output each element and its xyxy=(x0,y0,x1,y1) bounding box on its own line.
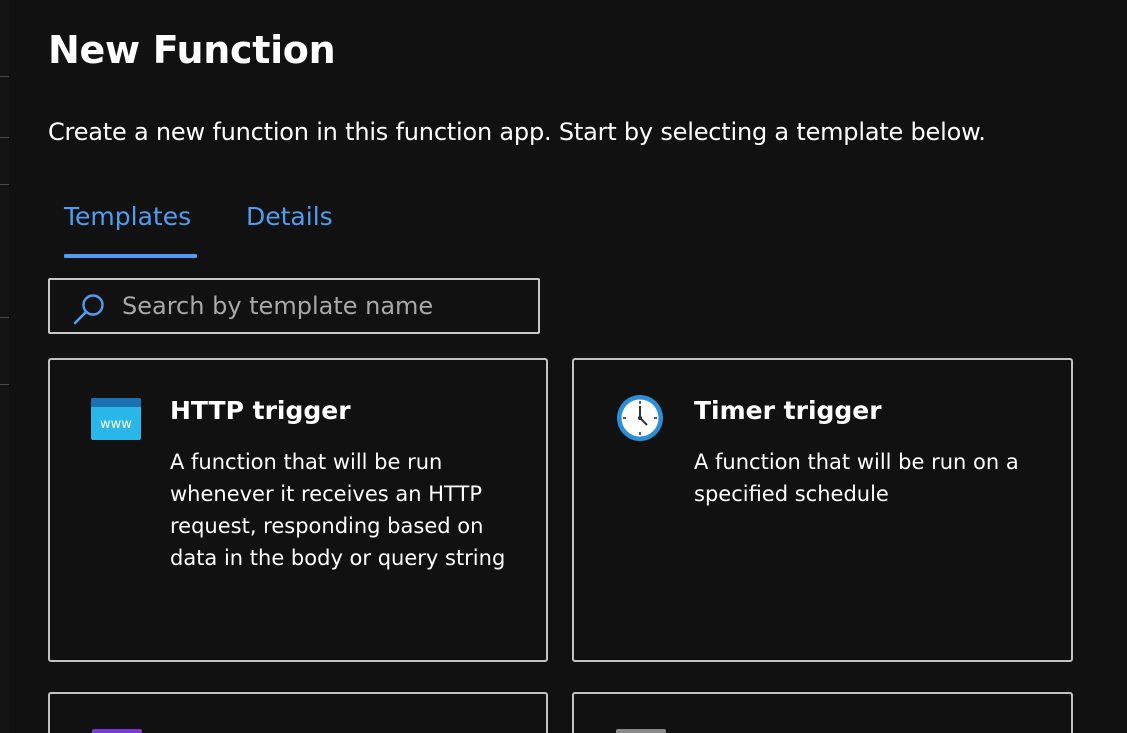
tab-templates[interactable]: Templates xyxy=(64,202,191,231)
tab-details[interactable]: Details xyxy=(246,202,333,231)
divider xyxy=(0,184,9,185)
www-browser-icon: www xyxy=(91,398,141,440)
page-description: Create a new function in this function a… xyxy=(48,118,986,146)
template-card[interactable] xyxy=(48,692,548,733)
gray-template-icon xyxy=(616,729,666,733)
divider xyxy=(0,384,9,385)
divider xyxy=(0,137,9,138)
template-card-http-trigger[interactable]: www HTTP trigger A function that will be… xyxy=(48,358,548,662)
search-icon xyxy=(73,294,104,325)
www-label: www xyxy=(100,417,132,432)
template-title: HTTP trigger xyxy=(170,396,351,425)
template-description: A function that will be run on a specifi… xyxy=(694,450,1019,506)
divider xyxy=(0,317,9,318)
purple-template-icon xyxy=(92,729,142,733)
page-title: New Function xyxy=(48,28,336,72)
selected-tab-indicator xyxy=(64,254,197,258)
clock-icon xyxy=(617,395,663,441)
template-card[interactable] xyxy=(572,692,1073,733)
search-input[interactable] xyxy=(122,286,522,326)
template-description: A function that will be run whenever it … xyxy=(170,450,506,570)
left-panel-edge xyxy=(0,0,9,733)
new-function-page: New Function Create a new function in th… xyxy=(0,0,1127,733)
divider xyxy=(0,76,9,77)
template-title: Timer trigger xyxy=(694,396,882,425)
template-card-timer-trigger[interactable]: Timer trigger A function that will be ru… xyxy=(572,358,1073,662)
search-box[interactable] xyxy=(48,278,540,334)
